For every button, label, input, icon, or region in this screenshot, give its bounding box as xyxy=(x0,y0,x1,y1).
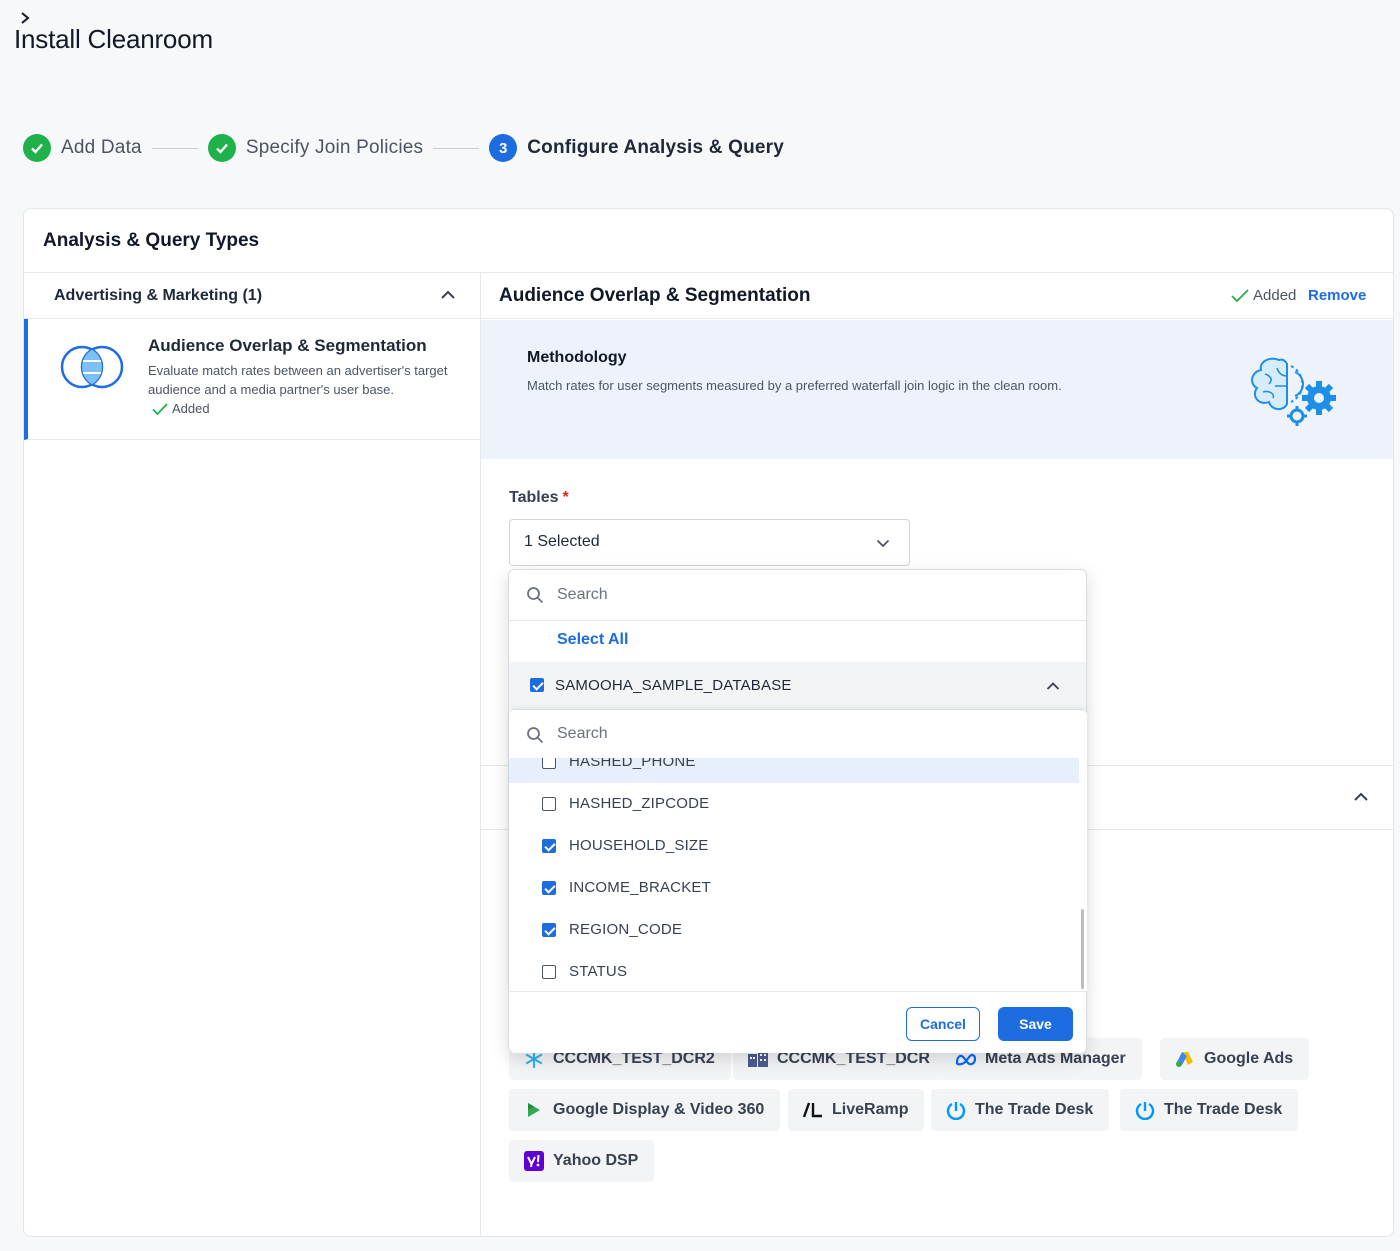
brain-gears-icon xyxy=(1251,357,1336,426)
destination-label: The Trade Desk xyxy=(975,1101,1094,1118)
column-checkbox[interactable] xyxy=(542,758,556,769)
column-label: STATUS xyxy=(569,963,628,980)
venn-diagram-icon xyxy=(60,345,124,389)
page-title: Install Cleanroom xyxy=(14,24,213,54)
destination-chip[interactable]: Yahoo DSP xyxy=(509,1140,655,1182)
tables-label: Tables * xyxy=(509,489,569,507)
step-add-data[interactable]: Add Data xyxy=(23,134,142,162)
destination-chip[interactable]: The Trade Desk xyxy=(931,1089,1110,1131)
column-dropdown: HASHED_PHONE HASHED_ZIPCODE HOUSEHOLD_SI… xyxy=(509,709,1087,991)
type-title: Audience Overlap & Segmentation xyxy=(148,336,427,355)
google-ads-icon xyxy=(1174,1048,1196,1070)
methodology-banner: Methodology Match rates for user segment… xyxy=(481,320,1393,459)
category-label: Advertising & Marketing (1) xyxy=(54,287,263,304)
added-label: Added xyxy=(172,401,210,416)
column-search-input[interactable] xyxy=(557,721,1057,747)
search-icon xyxy=(527,587,544,604)
destination-label: LiveRamp xyxy=(832,1101,909,1118)
card-title: Analysis & Query Types xyxy=(43,230,260,251)
check-icon xyxy=(152,402,168,415)
column-checkbox[interactable] xyxy=(542,923,556,937)
column-label: REGION_CODE xyxy=(569,921,683,938)
tables-select-value: 1 Selected xyxy=(524,533,600,550)
destination-chip[interactable]: The Trade Desk xyxy=(1120,1089,1299,1131)
category-header[interactable]: Advertising & Marketing (1) xyxy=(24,273,480,319)
column-search xyxy=(509,710,1087,758)
chevron-up-icon[interactable] xyxy=(1353,791,1369,803)
stepper: Add Data Specify Join Policies 3 Configu… xyxy=(23,133,784,163)
tables-label-text: Tables xyxy=(509,489,559,506)
step-label: Configure Analysis & Query xyxy=(527,137,785,158)
column-label: HOUSEHOLD_SIZE xyxy=(569,837,709,854)
destination-label: The Trade Desk xyxy=(1164,1101,1283,1118)
column-checkbox[interactable] xyxy=(542,839,556,853)
trade-desk-icon xyxy=(1134,1099,1156,1121)
step-configure[interactable]: 3 Configure Analysis & Query xyxy=(489,134,784,162)
search-icon xyxy=(527,727,544,744)
destination-chip[interactable]: LiveRamp xyxy=(788,1089,925,1131)
column-checkbox[interactable] xyxy=(542,965,556,979)
destination-chip[interactable]: Google Ads xyxy=(1160,1038,1310,1080)
save-button[interactable]: Save xyxy=(998,1007,1073,1041)
type-description: Evaluate match rates between an advertis… xyxy=(148,363,448,397)
type-list-panel: Advertising & Marketing (1) Audience Ove… xyxy=(24,273,481,1236)
table-search xyxy=(509,570,1086,621)
methodology-title: Methodology xyxy=(527,349,627,366)
liveramp-icon xyxy=(802,1099,824,1121)
added-status: Added xyxy=(1230,287,1296,304)
tables-dropdown: Select All SAMOOHA_SAMPLE_DATABASE HASHE… xyxy=(508,569,1087,1053)
column-row[interactable]: INCOME_BRACKET xyxy=(509,867,1079,909)
step-join-policies[interactable]: Specify Join Policies xyxy=(207,134,424,162)
type-item-audience-overlap[interactable]: Audience Overlap & Segmentation Evaluate… xyxy=(24,319,480,440)
chevron-up-icon[interactable] xyxy=(1046,681,1060,691)
remove-link[interactable]: Remove xyxy=(1308,287,1366,304)
chevron-up-icon[interactable] xyxy=(440,289,456,301)
step-number-badge: 3 xyxy=(489,134,518,162)
step-label: Add Data xyxy=(61,137,142,158)
destination-chip[interactable]: Google Display & Video 360 xyxy=(509,1089,781,1131)
column-row[interactable]: HOUSEHOLD_SIZE xyxy=(509,825,1079,867)
added-label: Added xyxy=(1253,287,1297,304)
destination-label: Google Ads xyxy=(1204,1050,1294,1067)
added-status: Added xyxy=(151,401,210,416)
select-all-link[interactable]: Select All xyxy=(557,631,628,649)
column-label: HASHED_ZIPCODE xyxy=(569,795,710,812)
check-circle-icon xyxy=(23,134,51,162)
yahoo-icon xyxy=(523,1150,545,1172)
detail-header: Audience Overlap & Segmentation Added Re… xyxy=(481,273,1393,319)
database-row[interactable]: SAMOOHA_SAMPLE_DATABASE xyxy=(509,662,1086,709)
destination-label: Yahoo DSP xyxy=(553,1152,639,1169)
column-row[interactable]: STATUS xyxy=(509,951,1079,991)
step-connector xyxy=(433,147,480,149)
table-search-input[interactable] xyxy=(557,582,1057,608)
column-checkbox[interactable] xyxy=(542,881,556,895)
database-label: SAMOOHA_SAMPLE_DATABASE xyxy=(555,677,792,694)
column-label: INCOME_BRACKET xyxy=(569,879,711,896)
step-label: Specify Join Policies xyxy=(245,137,424,158)
column-checkbox[interactable] xyxy=(542,797,556,811)
detail-title: Audience Overlap & Segmentation xyxy=(499,285,811,306)
required-marker: * xyxy=(562,489,569,506)
check-circle-icon xyxy=(207,134,236,162)
column-row[interactable]: HASHED_ZIPCODE xyxy=(509,783,1079,825)
dropdown-footer: Cancel Save xyxy=(509,991,1086,1053)
scrollbar-thumb[interactable] xyxy=(1081,909,1084,989)
column-list[interactable]: HASHED_PHONE HASHED_ZIPCODE HOUSEHOLD_SI… xyxy=(509,758,1079,991)
step-connector xyxy=(151,147,198,149)
chevron-down-icon xyxy=(876,539,890,548)
methodology-description: Match rates for user segments measured b… xyxy=(527,378,1062,393)
column-row[interactable]: REGION_CODE xyxy=(509,909,1079,951)
column-row[interactable]: HASHED_PHONE xyxy=(509,758,1079,783)
database-checkbox[interactable] xyxy=(530,678,544,692)
check-icon xyxy=(1231,289,1249,303)
tables-select[interactable]: 1 Selected xyxy=(509,519,910,566)
dv360-icon xyxy=(523,1099,545,1121)
column-label: HASHED_PHONE xyxy=(569,758,696,770)
cancel-button[interactable]: Cancel xyxy=(906,1007,980,1041)
destination-label: Google Display & Video 360 xyxy=(553,1101,765,1118)
trade-desk-icon xyxy=(945,1099,967,1121)
